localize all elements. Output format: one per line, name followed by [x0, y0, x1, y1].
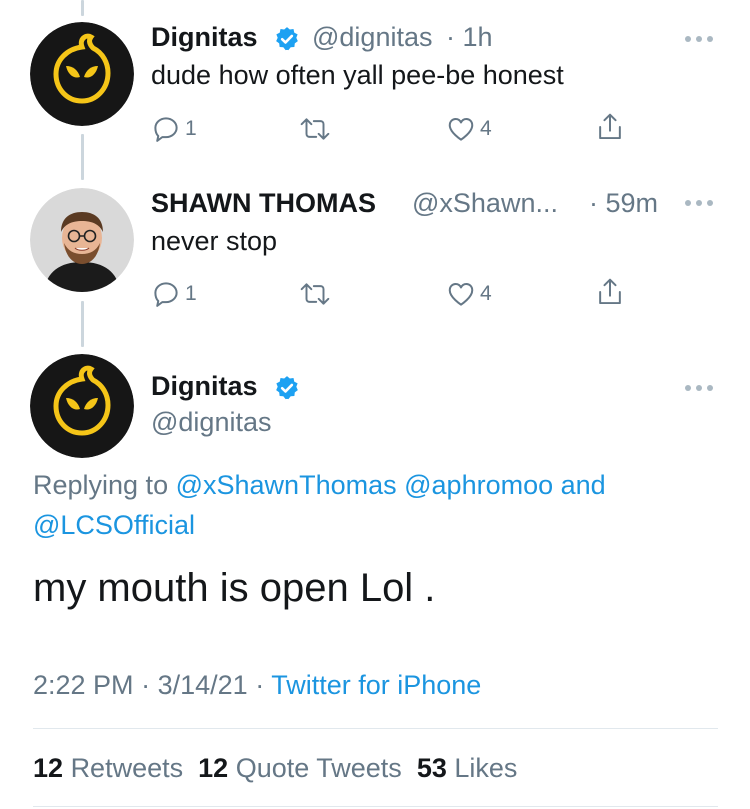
main-handle[interactable]: @dignitas — [151, 407, 271, 438]
thread-line-1 — [81, 134, 84, 180]
reply-icon — [154, 117, 178, 142]
likes-stat[interactable]: 53 Likes — [417, 753, 518, 783]
retweet-icon — [300, 283, 330, 305]
reply-count: 1 — [185, 117, 197, 140]
like-count: 4 — [480, 282, 492, 305]
tweet-2-handle[interactable]: @xShawn... — [412, 188, 558, 219]
tweet-2-text: never stop — [151, 226, 278, 256]
tweet-2-author-name[interactable]: SHAWN THOMAS — [151, 188, 376, 219]
verified-badge-icon — [276, 376, 298, 400]
likes-count: 53 — [416, 753, 447, 783]
shawn-thomas-avatar[interactable] — [30, 188, 134, 292]
dignitas-avatar[interactable] — [30, 22, 134, 126]
thread-line-2 — [81, 301, 84, 347]
reply-count: 1 — [185, 282, 197, 305]
reply-icon — [154, 282, 178, 307]
like-button[interactable]: 4 — [446, 112, 492, 146]
dignitas-logo-icon — [30, 22, 134, 126]
likes-label: Likes — [454, 753, 518, 783]
divider — [33, 806, 718, 807]
more-icon[interactable] — [683, 34, 715, 44]
retweets-label: Retweets — [70, 753, 184, 783]
tweet-metadata: 2:22 PM · 3/14/21 · Twitter for iPhone — [33, 670, 481, 701]
quote-tweets-count: 12 — [198, 753, 229, 783]
profile-photo-icon — [30, 188, 134, 292]
retweets-stat[interactable]: 12 Retweets — [33, 753, 183, 783]
more-icon[interactable] — [683, 383, 715, 393]
retweet-button[interactable] — [298, 277, 332, 311]
dignitas-avatar[interactable] — [30, 354, 134, 458]
meta-separator: · — [255, 670, 265, 700]
tweet-1-handle[interactable]: @dignitas — [312, 22, 432, 53]
tweet-stats: 12 Retweets 12 Quote Tweets 53 Likes — [33, 753, 517, 784]
retweets-count: 12 — [33, 753, 64, 783]
share-button[interactable] — [595, 275, 625, 309]
more-icon[interactable] — [683, 198, 715, 208]
like-count: 4 — [480, 117, 492, 140]
tweet-source-link[interactable]: Twitter for iPhone — [271, 670, 481, 700]
quote-tweets-label: Quote Tweets — [235, 753, 402, 783]
main-author-name[interactable]: Dignitas — [151, 371, 258, 402]
share-icon — [599, 113, 621, 140]
retweet-icon — [300, 118, 330, 140]
divider — [33, 728, 718, 729]
share-button[interactable] — [595, 110, 625, 144]
reply-button[interactable]: 1 — [151, 277, 197, 311]
share-icon — [599, 278, 621, 305]
like-button[interactable]: 4 — [446, 277, 492, 311]
thread-line-top — [81, 0, 84, 16]
dignitas-logo-icon — [30, 354, 134, 458]
tweet-1-text: dude how often yall pee-be honest — [151, 60, 564, 90]
like-icon — [448, 118, 474, 141]
main-tweet-text: my mouth is open Lol . — [33, 566, 436, 610]
mention-conjunction[interactable]: and — [561, 470, 606, 500]
verified-badge-icon — [276, 27, 298, 51]
retweet-button[interactable] — [298, 112, 332, 146]
mention-lcsofficial[interactable]: @LCSOfficial — [33, 510, 195, 541]
tweet-2-timestamp[interactable]: · 59m — [589, 188, 658, 219]
like-icon — [448, 283, 474, 306]
mention-aphromoo[interactable]: @aphromoo — [404, 470, 553, 500]
meta-separator: · — [141, 670, 151, 700]
tweet-date: 3/14/21 — [157, 670, 248, 700]
quote-tweets-stat[interactable]: 12 Quote Tweets — [198, 753, 402, 783]
mention-xshawnthomas[interactable]: @xShawnThomas — [176, 470, 397, 500]
tweet-1-timestamp[interactable]: · 1h — [446, 22, 493, 53]
replying-to: Replying to @xShawnThomas @aphromoo and — [33, 470, 606, 501]
replying-to-prefix: Replying to — [33, 470, 169, 500]
reply-button[interactable]: 1 — [151, 112, 197, 146]
tweet-time: 2:22 PM — [33, 670, 134, 700]
tweet-1-author-name[interactable]: Dignitas — [151, 22, 258, 53]
